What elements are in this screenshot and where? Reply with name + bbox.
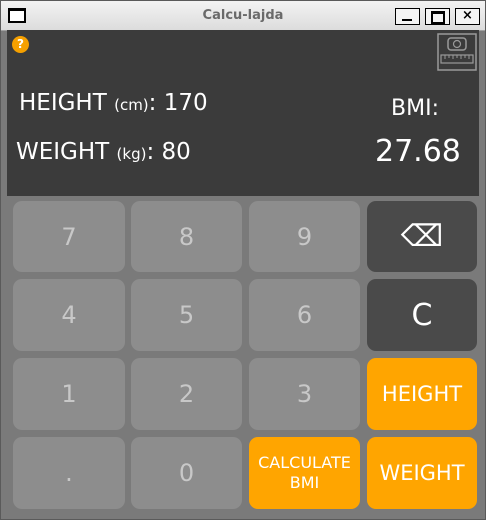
- height-readout: HEIGHT (cm): 170: [19, 90, 208, 116]
- bmi-value: 27.68: [375, 134, 461, 169]
- weight-readout: WEIGHT (kg): 80: [16, 139, 191, 165]
- key-2[interactable]: 2: [131, 358, 242, 430]
- title-bar[interactable]: Calcu-lajda ×: [1, 1, 485, 31]
- weight-label: WEIGHT: [16, 139, 110, 165]
- weight-unit: (kg): [116, 145, 147, 163]
- weight-value: 80: [161, 139, 191, 165]
- app-window: Calcu-lajda × ? HEIGHT (cm): 170 WEIGHT …: [0, 0, 486, 520]
- backspace-icon: ⌫: [400, 219, 444, 254]
- height-label: HEIGHT: [19, 90, 107, 116]
- minimize-icon: [402, 19, 412, 21]
- maximize-icon: [431, 11, 445, 24]
- weight-button[interactable]: WEIGHT: [367, 437, 477, 509]
- key-0[interactable]: 0: [131, 437, 242, 509]
- calculate-bmi-button[interactable]: CALCULATE BMI: [249, 437, 360, 509]
- backspace-button[interactable]: ⌫: [367, 201, 477, 272]
- key-5[interactable]: 5: [131, 279, 242, 351]
- bmi-label: BMI:: [391, 96, 439, 121]
- calculate-bmi-label: CALCULATE BMI: [258, 453, 351, 492]
- height-value: 170: [163, 90, 208, 116]
- height-unit: (cm): [114, 96, 149, 114]
- key-6[interactable]: 6: [249, 279, 360, 351]
- scale-icon[interactable]: [437, 33, 477, 71]
- key-4[interactable]: 4: [13, 279, 125, 351]
- key-1[interactable]: 1: [13, 358, 125, 430]
- maximize-button[interactable]: [425, 8, 450, 25]
- result-display: ? HEIGHT (cm): 170 WEIGHT (kg): 80 BMI: …: [7, 30, 479, 196]
- clear-button[interactable]: C: [367, 279, 477, 351]
- height-button[interactable]: HEIGHT: [367, 358, 477, 430]
- minimize-button[interactable]: [395, 8, 420, 25]
- key-7[interactable]: 7: [13, 201, 125, 272]
- key-9[interactable]: 9: [249, 201, 360, 272]
- key-8[interactable]: 8: [131, 201, 242, 272]
- key-3[interactable]: 3: [249, 358, 360, 430]
- keypad: 7 8 9 ⌫ 4 5 6 C 1 2 3 HEIGHT . 0 CALCULA…: [7, 196, 479, 517]
- key-dot[interactable]: .: [13, 437, 125, 509]
- close-button[interactable]: ×: [455, 8, 480, 25]
- help-icon[interactable]: ?: [12, 36, 29, 53]
